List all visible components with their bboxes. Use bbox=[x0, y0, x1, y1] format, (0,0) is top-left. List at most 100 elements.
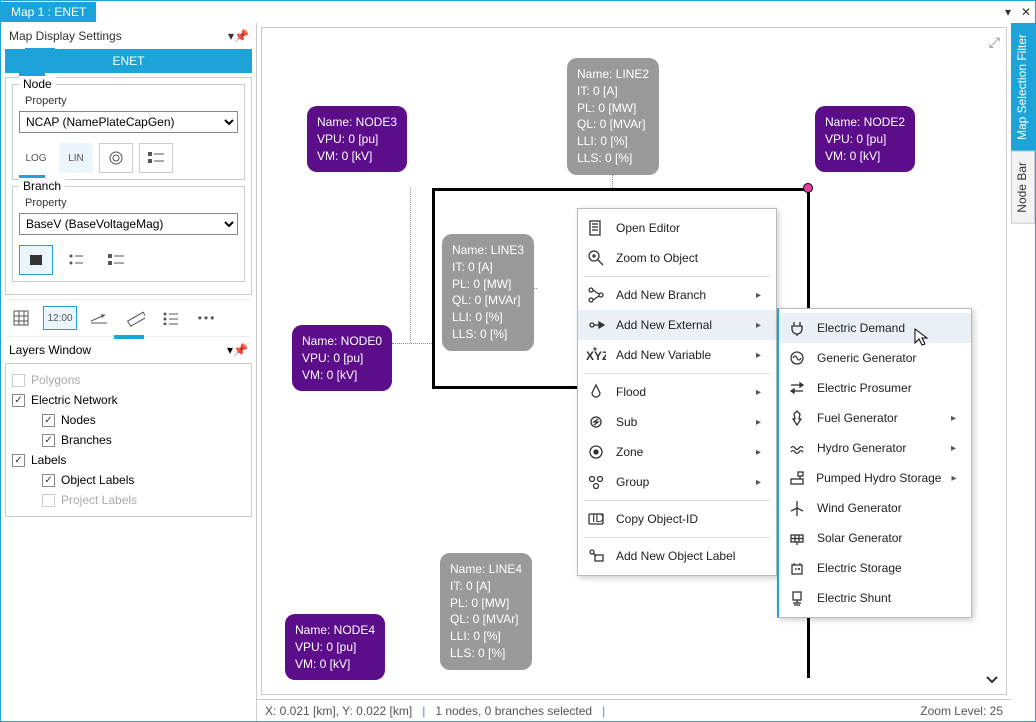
pumped-icon bbox=[787, 469, 806, 487]
branch-property-label: Property bbox=[25, 197, 238, 209]
status-selection: 1 nodes, 0 branches selected bbox=[435, 704, 592, 718]
zone-icon bbox=[586, 443, 606, 461]
submenu-arrow-icon: ▸ bbox=[756, 350, 766, 361]
submenu-arrow-icon: ▸ bbox=[756, 447, 766, 458]
elec-checkbox[interactable]: ✓ bbox=[12, 394, 25, 407]
edge bbox=[432, 188, 435, 388]
ruler-icon[interactable] bbox=[121, 306, 149, 330]
lin-button[interactable]: LIN bbox=[59, 143, 93, 173]
bullets-icon[interactable] bbox=[157, 306, 185, 330]
editor-icon bbox=[586, 219, 606, 237]
menu-item-hydro-generator[interactable]: Hydro Generator▸ bbox=[779, 433, 971, 463]
close-icon[interactable]: ✕ bbox=[1017, 5, 1035, 19]
pin-icon[interactable]: 📌 bbox=[234, 29, 248, 43]
dropdown-icon[interactable]: ▾ bbox=[999, 5, 1017, 19]
window-tab[interactable]: Map 1 : ENET bbox=[1, 2, 96, 22]
status-zoom: Zoom Level: 25 bbox=[920, 704, 1003, 718]
menu-item-electric-prosumer[interactable]: Electric Prosumer bbox=[779, 373, 971, 403]
external-icon bbox=[586, 316, 606, 334]
arrow-icon[interactable] bbox=[85, 306, 113, 330]
menu-item-electric-shunt[interactable]: Electric Shunt bbox=[779, 583, 971, 613]
menu-item-pumped-hydro-storage[interactable]: Pumped Hydro Storage▸ bbox=[779, 463, 971, 493]
legend-icon[interactable] bbox=[139, 143, 173, 173]
label-node3[interactable]: Name: NODE3VPU: 0 [pu]VM: 0 [kV] bbox=[307, 106, 407, 172]
tab-node-bar[interactable]: Node Bar bbox=[1011, 151, 1035, 224]
plug-icon bbox=[787, 319, 807, 337]
settings-tab[interactable]: ENET bbox=[5, 49, 252, 73]
label-line3[interactable]: Name: LINE3IT: 0 [A]PL: 0 [MW]QL: 0 [MVA… bbox=[442, 234, 534, 351]
legend2-icon[interactable] bbox=[99, 245, 133, 275]
grid-icon[interactable] bbox=[7, 306, 35, 330]
map-canvas[interactable]: ⤢ Name: LINE2IT: 0 [A]PL: bbox=[261, 27, 1007, 695]
fuel-icon bbox=[787, 409, 807, 427]
menu-item-wind-generator[interactable]: Wind Generator bbox=[779, 493, 971, 523]
submenu-arrow-icon: ▸ bbox=[951, 443, 961, 454]
status-coords: X: 0.021 [km], Y: 0.022 [km] bbox=[265, 704, 412, 718]
node-property-label: Property bbox=[25, 95, 238, 107]
selected-node-marker[interactable] bbox=[803, 183, 813, 193]
settings-title: Map Display Settings bbox=[9, 29, 228, 43]
more-icon[interactable]: ••• bbox=[193, 306, 221, 330]
submenu-arrow-icon: ▸ bbox=[756, 417, 766, 428]
layer-labels: Labels bbox=[31, 453, 66, 467]
svg-text:XYZ: XYZ bbox=[586, 349, 606, 363]
menu-item-zone[interactable]: Zone▸ bbox=[578, 437, 776, 467]
label-line4[interactable]: Name: LINE4IT: 0 [A]PL: 0 [MW]QL: 0 [MVA… bbox=[440, 553, 532, 670]
objlabels-checkbox[interactable]: ✓ bbox=[42, 474, 55, 487]
menu-item-electric-storage[interactable]: Electric Storage bbox=[779, 553, 971, 583]
id-icon: ID bbox=[586, 510, 606, 528]
branches-checkbox[interactable]: ✓ bbox=[42, 434, 55, 447]
prosumer-icon bbox=[787, 379, 807, 397]
node-group: Node Property NCAP (NamePlateCapGen) LOG… bbox=[12, 84, 245, 180]
log-button[interactable]: LOG bbox=[19, 143, 53, 173]
fill-mode-icon[interactable] bbox=[19, 245, 53, 275]
menu-item-add-new-object-label[interactable]: Add New Object Label bbox=[578, 541, 776, 571]
menu-item-add-new-variable[interactable]: XYZAdd New Variable▸ bbox=[578, 340, 776, 370]
submenu-arrow-icon: ▸ bbox=[756, 477, 766, 488]
cursor-icon bbox=[914, 328, 930, 348]
menu-item-sub[interactable]: Sub▸ bbox=[578, 407, 776, 437]
menu-item-generic-generator[interactable]: Generic Generator bbox=[779, 343, 971, 373]
layer-branches: Branches bbox=[61, 433, 112, 447]
menu-item-add-new-branch[interactable]: Add New Branch▸ bbox=[578, 280, 776, 310]
branch-property-select[interactable]: BaseV (BaseVoltageMag) bbox=[19, 213, 238, 235]
menu-item-copy-object-id[interactable]: IDCopy Object-ID bbox=[578, 504, 776, 534]
layer-polygons: Polygons bbox=[31, 373, 80, 387]
radial-icon[interactable] bbox=[99, 143, 133, 173]
xyz-icon: XYZ bbox=[586, 346, 606, 364]
label-line2[interactable]: Name: LINE2IT: 0 [A]PL: 0 [MW]QL: 0 [MVA… bbox=[567, 58, 659, 175]
gen-icon bbox=[787, 349, 807, 367]
menu-item-add-new-external[interactable]: Add New External▸ bbox=[578, 310, 776, 340]
menu-item-electric-demand[interactable]: Electric Demand bbox=[779, 313, 971, 343]
pin-icon[interactable]: 📌 bbox=[233, 343, 248, 357]
tab-map-selection-filter[interactable]: Map Selection Filter bbox=[1011, 23, 1035, 151]
label-node4[interactable]: Name: NODE4VPU: 0 [pu]VM: 0 [kV] bbox=[285, 614, 385, 680]
list-mode-icon[interactable] bbox=[59, 245, 93, 275]
menu-item-flood[interactable]: Flood▸ bbox=[578, 377, 776, 407]
menu-item-zoom-to-object[interactable]: Zoom to Object bbox=[578, 243, 776, 273]
labels-checkbox[interactable]: ✓ bbox=[12, 454, 25, 467]
node-property-select[interactable]: NCAP (NamePlateCapGen) bbox=[19, 111, 238, 133]
svg-text:ID: ID bbox=[592, 511, 604, 525]
submenu-arrow-icon: ▸ bbox=[756, 290, 766, 301]
shunt-icon bbox=[787, 589, 807, 607]
wind-icon bbox=[787, 499, 807, 517]
layer-objlabels: Object Labels bbox=[61, 473, 134, 487]
polygons-checkbox[interactable] bbox=[12, 374, 25, 387]
menu-item-open-editor[interactable]: Open Editor bbox=[578, 213, 776, 243]
nodes-checkbox[interactable]: ✓ bbox=[42, 414, 55, 427]
menu-item-solar-generator[interactable]: Solar Generator bbox=[779, 523, 971, 553]
context-submenu[interactable]: Electric DemandGeneric GeneratorElectric… bbox=[777, 308, 972, 618]
map-toolbar: 12:00 ••• bbox=[5, 299, 252, 337]
menu-item-group[interactable]: Group▸ bbox=[578, 467, 776, 497]
branch-group: Branch Property BaseV (BaseVoltageMag) bbox=[12, 186, 245, 282]
label-node0[interactable]: Name: NODE0VPU: 0 [pu]VM: 0 [kV] bbox=[292, 325, 392, 391]
time-button[interactable]: 12:00 bbox=[43, 306, 77, 330]
menu-item-fuel-generator[interactable]: Fuel Generator▸ bbox=[779, 403, 971, 433]
projlabels-checkbox[interactable] bbox=[42, 494, 55, 507]
settings-header: Map Display Settings ▾ 📌 bbox=[5, 27, 252, 45]
context-menu[interactable]: Open EditorZoom to Object Add New Branch▸… bbox=[577, 208, 777, 576]
label-node2[interactable]: Name: NODE2VPU: 0 [pu]VM: 0 [kV] bbox=[815, 106, 915, 172]
layers-title: Layers Window bbox=[9, 343, 227, 357]
submenu-arrow-icon: ▸ bbox=[756, 320, 766, 331]
